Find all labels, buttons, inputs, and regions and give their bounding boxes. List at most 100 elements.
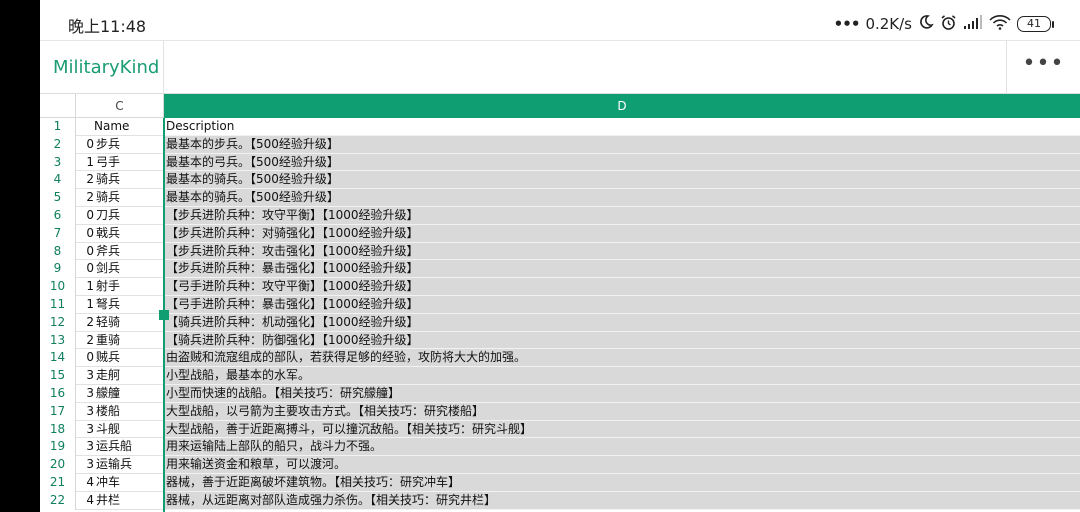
selection-drag-handle[interactable] <box>159 310 169 320</box>
description-cell[interactable]: 最基本的骑兵。【500经验升级】 <box>164 189 1080 207</box>
row-number[interactable]: 13 <box>40 331 76 350</box>
moon-icon <box>918 14 934 34</box>
description-cell[interactable]: 【步兵进阶兵种：对骑强化】【1000经验升级】 <box>164 224 1080 243</box>
unit-name: 楼船 <box>96 403 121 418</box>
unit-name: 剑兵 <box>96 261 121 276</box>
description-cell[interactable]: 【骑兵进阶兵种：机动强化】【1000经验升级】 <box>164 313 1080 332</box>
description-cell[interactable]: 小型而快速的战船。【相关技巧：研究艨艟】 <box>164 384 1080 403</box>
more-options-button[interactable]: ••• <box>1007 41 1080 94</box>
row-number[interactable]: 5 <box>40 189 76 207</box>
name-cell[interactable]: 3 走舸 <box>76 367 164 385</box>
table-row: 7 0 戟兵 【步兵进阶兵种：对骑强化】【1000经验升级】 <box>40 224 1080 243</box>
unit-name: 井栏 <box>96 492 121 507</box>
name-cell[interactable]: 1 射手 <box>76 278 164 296</box>
row-number[interactable]: 19 <box>40 438 76 457</box>
description-cell[interactable]: 最基本的步兵。【500经验升级】 <box>164 135 1080 154</box>
unit-name: 弩兵 <box>96 296 121 311</box>
unit-name: 斗舰 <box>96 421 121 436</box>
row-number[interactable]: 9 <box>40 260 76 279</box>
description-header-cell[interactable]: Description <box>164 118 1080 136</box>
description-cell[interactable]: 【弓手进阶兵种：暴击强化】【1000经验升级】 <box>164 295 1080 314</box>
kind-value: 0 <box>86 136 94 151</box>
name-cell[interactable]: 0 步兵 <box>76 135 164 154</box>
name-cell[interactable]: 2 骑兵 <box>76 189 164 207</box>
name-cell[interactable]: 3 楼船 <box>76 402 164 421</box>
corner-cell[interactable] <box>40 94 76 118</box>
description-cell[interactable]: 用来运输陆上部队的船只，战斗力不强。 <box>164 438 1080 457</box>
row-number[interactable]: 6 <box>40 206 76 225</box>
row-number[interactable]: 8 <box>40 242 76 261</box>
description-cell[interactable]: 最基本的骑兵。【500经验升级】 <box>164 171 1080 190</box>
row-number[interactable]: 10 <box>40 278 76 296</box>
kind-value: 3 <box>86 421 94 436</box>
name-cell[interactable]: 2 重骑 <box>76 331 164 350</box>
column-header-d[interactable]: D <box>164 94 1080 118</box>
name-cell[interactable]: 4 井栏 <box>76 491 164 510</box>
unit-name: 骑兵 <box>96 172 121 187</box>
description-cell[interactable]: 【骑兵进阶兵种：防御强化】【1000经验升级】 <box>164 331 1080 350</box>
description-cell[interactable]: 【步兵进阶兵种：攻守平衡】【1000经验升级】 <box>164 206 1080 225</box>
row-number[interactable]: 20 <box>40 456 76 474</box>
row-number[interactable]: 21 <box>40 473 76 492</box>
status-time: 晚上11:48 <box>68 17 147 36</box>
table-row: 6 0 刀兵 【步兵进阶兵种：攻守平衡】【1000经验升级】 <box>40 206 1080 225</box>
table-row: 1 Name Description <box>40 118 1080 136</box>
name-cell[interactable]: 0 斧兵 <box>76 242 164 261</box>
name-cell[interactable]: 4 冲车 <box>76 473 164 492</box>
name-cell[interactable]: 0 刀兵 <box>76 206 164 225</box>
name-cell[interactable]: 0 剑兵 <box>76 260 164 279</box>
name-cell[interactable]: 2 骑兵 <box>76 171 164 190</box>
description-cell[interactable]: 大型战船，善于近距离搏斗，可以撞沉敌船。【相关技巧：研究斗舰】 <box>164 420 1080 439</box>
table-row: 16 3 艨艟 小型而快速的战船。【相关技巧：研究艨艟】 <box>40 384 1080 403</box>
row-number[interactable]: 2 <box>40 135 76 154</box>
unit-name: 贼兵 <box>96 350 121 365</box>
name-cell[interactable]: 3 斗舰 <box>76 420 164 439</box>
description-cell[interactable]: 【步兵进阶兵种：暴击强化】【1000经验升级】 <box>164 260 1080 279</box>
row-number[interactable]: 22 <box>40 491 76 510</box>
unit-name: 射手 <box>96 279 121 294</box>
kind-value: 4 <box>86 492 94 507</box>
kind-value: 1 <box>86 296 94 311</box>
app-title: MilitaryKind <box>53 57 160 78</box>
description-cell[interactable]: 【弓手进阶兵种：攻守平衡】【1000经验升级】 <box>164 278 1080 296</box>
name-cell[interactable]: 3 艨艟 <box>76 384 164 403</box>
description-cell[interactable]: 用来输送资金和粮草，可以渡河。 <box>164 456 1080 474</box>
row-number[interactable]: 7 <box>40 224 76 243</box>
table-row: 18 3 斗舰 大型战船，善于近距离搏斗，可以撞沉敌船。【相关技巧：研究斗舰】 <box>40 420 1080 439</box>
description-cell[interactable]: 最基本的弓兵。【500经验升级】 <box>164 153 1080 172</box>
name-header-cell[interactable]: Name <box>76 118 164 136</box>
table-row: 15 3 走舸 小型战船，最基本的水军。 <box>40 367 1080 385</box>
row-number[interactable]: 3 <box>40 153 76 172</box>
table-row: 20 3 运输兵 用来输送资金和粮草，可以渡河。 <box>40 456 1080 474</box>
name-cell[interactable]: 3 运兵船 <box>76 438 164 457</box>
description-cell[interactable]: 小型战船，最基本的水军。 <box>164 367 1080 385</box>
row-number[interactable]: 1 <box>40 118 76 136</box>
name-cell[interactable]: 2 轻骑 <box>76 313 164 332</box>
unit-name: 斧兵 <box>96 243 121 258</box>
kind-value: 3 <box>86 439 94 454</box>
description-cell[interactable]: 器械，从远距离对部队造成强力杀伤。【相关技巧：研究井栏】 <box>164 491 1080 510</box>
description-cell[interactable]: 大型战船，以弓箭为主要攻击方式。【相关技巧：研究楼船】 <box>164 402 1080 421</box>
battery-level: 41 <box>1017 16 1051 32</box>
row-number[interactable]: 11 <box>40 295 76 314</box>
unit-name: 艨艟 <box>96 385 121 400</box>
row-number[interactable]: 15 <box>40 367 76 385</box>
name-cell[interactable]: 1 弩兵 <box>76 295 164 314</box>
row-number[interactable]: 4 <box>40 171 76 190</box>
name-cell[interactable]: 1 弓手 <box>76 153 164 172</box>
column-header-c[interactable]: C <box>76 94 164 118</box>
description-cell[interactable]: 【步兵进阶兵种：攻击强化】【1000经验升级】 <box>164 242 1080 261</box>
row-number[interactable]: 17 <box>40 402 76 421</box>
description-cell[interactable]: 器械，善于近距离破坏建筑物。【相关技巧：研究冲车】 <box>164 473 1080 492</box>
dots-icon: ••• <box>833 15 861 33</box>
name-cell[interactable]: 0 戟兵 <box>76 224 164 243</box>
row-number[interactable]: 12 <box>40 313 76 332</box>
row-number[interactable]: 14 <box>40 349 76 368</box>
name-cell[interactable]: 0 贼兵 <box>76 349 164 368</box>
row-number[interactable]: 18 <box>40 420 76 439</box>
row-number[interactable]: 16 <box>40 384 76 403</box>
kind-value: 0 <box>86 350 94 365</box>
kind-value: 0 <box>86 243 94 258</box>
description-cell[interactable]: 由盗贼和流寇组成的部队，若获得足够的经验，攻防将大大的加强。 <box>164 349 1080 368</box>
name-cell[interactable]: 3 运输兵 <box>76 456 164 474</box>
